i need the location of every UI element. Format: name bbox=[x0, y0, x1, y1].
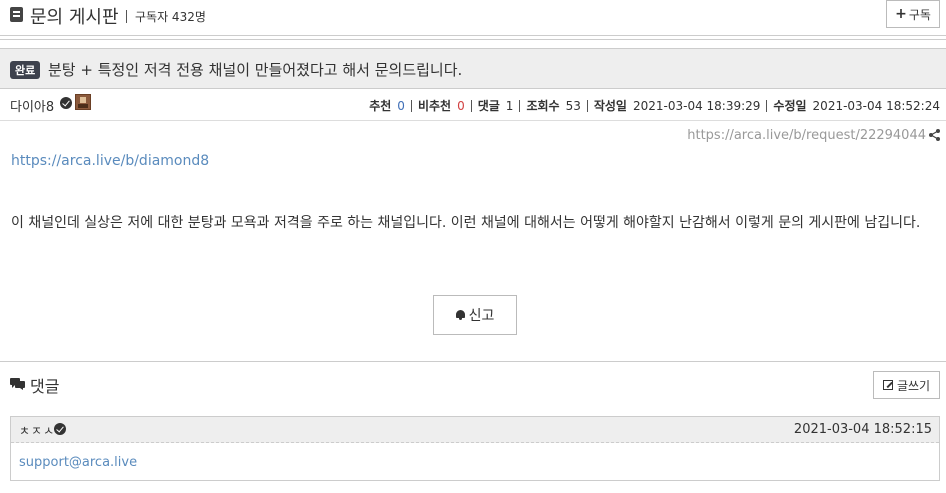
upvote-label: 추천 bbox=[369, 99, 392, 113]
comment-icon bbox=[10, 378, 25, 390]
divider bbox=[126, 10, 127, 23]
created-label: 작성일 bbox=[593, 99, 627, 113]
report-label: 신고 bbox=[468, 308, 495, 324]
share-icon[interactable] bbox=[929, 129, 940, 141]
article-url[interactable]: https://arca.live/b/request/22294044 bbox=[687, 128, 926, 143]
post-title-bar: 완료 분탕 + 특정인 저격 전용 채널이 만들어졌다고 해서 문의드립니다. bbox=[0, 48, 946, 89]
modified-label: 수정일 bbox=[773, 99, 807, 113]
views-label: 조회수 bbox=[526, 99, 560, 113]
divider bbox=[586, 99, 588, 112]
comments-header: 댓글 글쓰기 bbox=[0, 361, 946, 405]
board-title[interactable]: 문의 게시판 bbox=[30, 3, 119, 29]
downvote-label: 비추천 bbox=[417, 99, 452, 113]
comments-label: 댓글 bbox=[477, 99, 500, 113]
subscribe-button[interactable]: + 구독 bbox=[886, 0, 940, 28]
comment-author[interactable]: ㅊㅈㅅ bbox=[19, 422, 55, 439]
board-icon bbox=[10, 7, 23, 22]
created-time: 2021-03-04 18:39:29 bbox=[632, 98, 761, 113]
divider bbox=[410, 99, 412, 112]
pencil-icon bbox=[882, 380, 893, 390]
comments-title: 댓글 bbox=[30, 377, 60, 396]
verified-icon bbox=[54, 423, 66, 435]
post-title: 분탕 + 특정인 저격 전용 채널이 만들어졌다고 해서 문의드립니다. bbox=[48, 61, 463, 79]
comment-header: ㅊㅈㅅ 2021-03-04 18:52:15 bbox=[11, 417, 939, 443]
verified-icon bbox=[60, 97, 72, 109]
post-author[interactable]: 다이아8 bbox=[10, 96, 54, 115]
modified-time: 2021-03-04 18:52:24 bbox=[812, 98, 940, 113]
write-label: 글쓰기 bbox=[896, 378, 931, 393]
comment-time: 2021-03-04 18:52:15 bbox=[793, 422, 932, 437]
report-button[interactable]: 신고 bbox=[433, 295, 517, 335]
views-count: 53 bbox=[565, 98, 581, 113]
downvote-count: 0 bbox=[457, 98, 465, 113]
avatar bbox=[75, 94, 91, 110]
divider bbox=[519, 99, 521, 112]
divider bbox=[0, 35, 946, 36]
post-body-text: 이 채널인데 실상은 저에 대한 분탕과 모욕과 저격을 주로 하는 채널입니다… bbox=[11, 215, 921, 231]
bell-icon bbox=[455, 310, 465, 320]
upvote-count: 0 bbox=[397, 98, 405, 113]
divider bbox=[766, 99, 768, 112]
board-header: 문의 게시판 구독자 432명 + 구독 bbox=[0, 0, 946, 32]
subscribe-label: 구독 bbox=[908, 7, 931, 22]
write-comment-button[interactable]: 글쓰기 bbox=[873, 371, 940, 399]
post-stats: 추천 0 비추천 0 댓글 1 조회수 53 작성일 2021-03-04 18… bbox=[369, 97, 940, 114]
body-link[interactable]: https://arca.live/b/diamond8 bbox=[11, 153, 209, 169]
subscriber-count: 구독자 432명 bbox=[135, 10, 206, 24]
divider bbox=[470, 99, 472, 112]
comment-item: ㅊㅈㅅ 2021-03-04 18:52:15 support@arca.liv… bbox=[10, 416, 940, 481]
post-info-bar: 다이아8 추천 0 비추천 0 댓글 1 조회수 53 작성일 2021-03-… bbox=[0, 89, 946, 121]
comments-count: 1 bbox=[505, 98, 514, 113]
plus-icon: + bbox=[895, 6, 907, 22]
divider bbox=[0, 39, 946, 40]
status-badge: 완료 bbox=[10, 61, 41, 79]
comment-body[interactable]: support@arca.live bbox=[19, 455, 137, 470]
